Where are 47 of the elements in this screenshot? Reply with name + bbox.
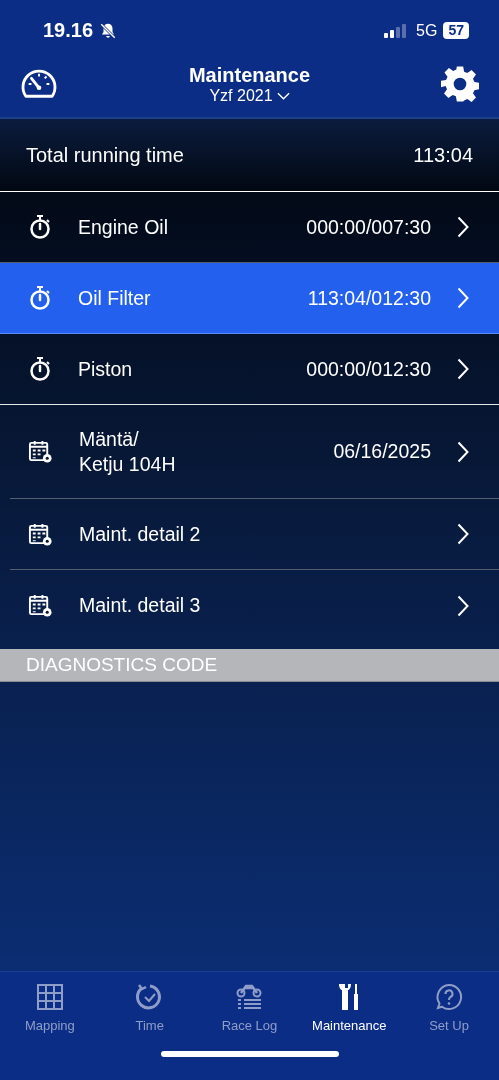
- stopwatch-icon: [28, 214, 52, 240]
- item-label: Piston: [78, 356, 134, 382]
- chevron-icon: [457, 594, 469, 617]
- item-value: 113:04/012:30: [307, 286, 431, 310]
- item-label: Maint. detail 3: [79, 593, 202, 618]
- chevron-icon: [457, 216, 469, 238]
- item-value: 000:00/007:30: [306, 215, 431, 239]
- help-icon: [434, 982, 465, 1012]
- chevron-icon: [457, 287, 469, 309]
- calendar-gear-icon: [28, 593, 53, 618]
- vehicle-selector[interactable]: Yzf 2021: [209, 86, 290, 105]
- speedometer-icon[interactable]: [20, 68, 58, 100]
- total-label: Total running time: [26, 143, 184, 167]
- bell-off-icon: [99, 21, 118, 40]
- tab-item[interactable]: Set Up: [399, 982, 499, 1033]
- timer-row[interactable]: Oil Filter 113:04/012:30: [0, 263, 499, 334]
- item-label: Oil Filter: [78, 285, 152, 311]
- tab-item[interactable]: Time: [99, 982, 200, 1033]
- tab-item[interactable]: Maintenance: [299, 982, 400, 1033]
- tab-item[interactable]: Mapping: [0, 982, 100, 1033]
- chevron-icon: [457, 523, 469, 545]
- schedule-row[interactable]: Maint. detail 2: [10, 499, 499, 570]
- item-value: 06/16/2025: [333, 440, 431, 463]
- battery-indicator: 57: [443, 22, 469, 39]
- calendar-gear-icon: [28, 521, 53, 547]
- schedule-row[interactable]: Maint. detail 3: [10, 570, 499, 641]
- signal-icon: [384, 23, 407, 38]
- screen-title: Maintenance: [188, 63, 311, 87]
- item-label: Engine Oil: [78, 214, 169, 240]
- settings-icon[interactable]: [441, 65, 479, 103]
- total-value: 113:04: [413, 143, 473, 167]
- network-label: 5G: [416, 21, 438, 40]
- stopwatch-icon: [28, 285, 52, 311]
- chevron-icon: [457, 358, 469, 380]
- map-icon: [34, 982, 65, 1012]
- timer-row[interactable]: Piston 000:00/012:30: [0, 334, 499, 405]
- chevron-icon: [457, 440, 469, 463]
- stopwatch-icon: [28, 356, 52, 382]
- item-label: Mäntä/ Ketju 104H: [79, 427, 177, 476]
- calendar-gear-icon: [28, 439, 53, 464]
- status-time: 19.16: [43, 19, 94, 42]
- tab-item[interactable]: Race Log: [199, 982, 300, 1033]
- item-label: Maint. detail 2: [79, 521, 202, 547]
- schedule-row[interactable]: Mäntä/ Ketju 104H 06/16/2025: [10, 405, 499, 499]
- section-header: DIAGNOSTICS CODE: [0, 649, 499, 682]
- item-value: 000:00/012:30: [306, 357, 431, 381]
- caret-icon: [276, 91, 290, 100]
